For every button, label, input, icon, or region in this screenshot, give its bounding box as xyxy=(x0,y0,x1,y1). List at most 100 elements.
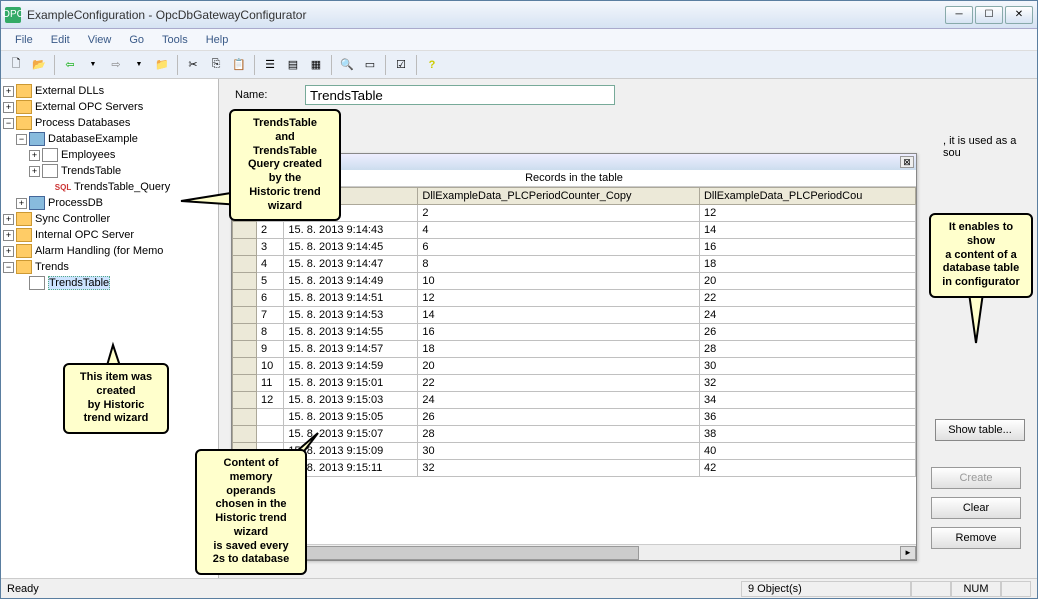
tree-item-databaseexample[interactable]: −DatabaseExample xyxy=(3,131,216,147)
folder-icon xyxy=(16,244,32,258)
tree-item-external-opc-servers[interactable]: +External OPC Servers xyxy=(3,99,216,115)
menu-file[interactable]: File xyxy=(7,32,41,48)
row-selector[interactable] xyxy=(233,256,257,273)
table-row[interactable]: 815. 8. 2013 9:14:551626 xyxy=(233,324,916,341)
menu-help[interactable]: Help xyxy=(198,32,237,48)
tree-item-trends[interactable]: −Trends xyxy=(3,259,216,275)
tree-item-alarm-handling-for-memo[interactable]: +Alarm Handling (for Memo xyxy=(3,243,216,259)
tree-toggle-icon[interactable]: + xyxy=(29,166,40,177)
cut-icon[interactable]: ✂ xyxy=(182,54,204,76)
maximize-button[interactable]: ☐ xyxy=(975,6,1003,24)
row-selector[interactable] xyxy=(233,290,257,307)
row-selector[interactable] xyxy=(233,392,257,409)
row-selector[interactable] xyxy=(233,273,257,290)
new-icon[interactable]: 🗋 xyxy=(5,54,27,76)
help-icon[interactable]: ? xyxy=(421,54,443,76)
tree-toggle-icon[interactable]: + xyxy=(16,198,27,209)
tree-item-process-databases[interactable]: −Process Databases xyxy=(3,115,216,131)
cell: 34 xyxy=(699,392,915,409)
row-selector[interactable] xyxy=(233,324,257,341)
tree-item-external-dlls[interactable]: +External DLLs xyxy=(3,83,216,99)
back-menu-icon[interactable]: ▼ xyxy=(82,54,104,76)
tree-toggle-icon[interactable]: + xyxy=(3,214,14,225)
minimize-button[interactable]: ─ xyxy=(945,6,973,24)
table-row[interactable]: 15. 8. 2013 9:15:113242 xyxy=(233,460,916,477)
table-row[interactable]: 715. 8. 2013 9:14:531424 xyxy=(233,307,916,324)
forward-icon[interactable]: ⇨ xyxy=(105,54,127,76)
row-selector[interactable] xyxy=(233,409,257,426)
cell: 14 xyxy=(418,307,700,324)
tree-item-trendstable[interactable]: TrendsTable xyxy=(3,275,216,291)
table-row[interactable]: 915. 8. 2013 9:14:571828 xyxy=(233,341,916,358)
tree-label: TrendsTable xyxy=(48,276,110,290)
tree-panel[interactable]: +External DLLs+External OPC Servers−Proc… xyxy=(1,79,219,578)
checklist-icon[interactable]: ☑ xyxy=(390,54,412,76)
cell: 15. 8. 2013 9:14:57 xyxy=(284,341,418,358)
copy-icon[interactable]: ⎘ xyxy=(205,54,227,76)
column-header[interactable]: DllExampleData_PLCPeriodCou xyxy=(699,188,915,205)
tree-toggle-icon[interactable]: + xyxy=(29,150,40,161)
scroll-right-icon[interactable]: ► xyxy=(900,546,916,560)
cell: 15. 8. 2013 9:14:59 xyxy=(284,358,418,375)
tree-toggle-icon[interactable]: + xyxy=(3,86,14,97)
table-row[interactable]: 15. 8. 2013 9:15:072838 xyxy=(233,426,916,443)
table-row[interactable]: 415. 8. 2013 9:14:47818 xyxy=(233,256,916,273)
table-row[interactable]: 215. 8. 2013 9:14:43414 xyxy=(233,222,916,239)
open-icon[interactable]: 📂 xyxy=(28,54,50,76)
clear-button[interactable]: Clear xyxy=(931,497,1021,519)
callout-item-created: This item wascreatedby Historictrend wiz… xyxy=(63,363,169,434)
up-folder-icon[interactable]: 📁 xyxy=(151,54,173,76)
tree-item-trendstable[interactable]: +TrendsTable xyxy=(3,163,216,179)
table-row[interactable]: 1015. 8. 2013 9:14:592030 xyxy=(233,358,916,375)
forward-menu-icon[interactable]: ▼ xyxy=(128,54,150,76)
binoculars-icon[interactable]: 🔍 xyxy=(336,54,358,76)
window-icon[interactable]: ▭ xyxy=(359,54,381,76)
table-row[interactable]: 15. 8. 2013 9:15:052636 xyxy=(233,409,916,426)
table-row[interactable]: 1115. 8. 2013 9:15:012232 xyxy=(233,375,916,392)
large-view-icon[interactable]: ▦ xyxy=(305,54,327,76)
tree-toggle-icon[interactable]: − xyxy=(16,134,27,145)
tree-toggle-icon[interactable]: − xyxy=(3,118,14,129)
tree-toggle-icon[interactable]: + xyxy=(3,230,14,241)
cell: 38 xyxy=(699,426,915,443)
horizontal-scrollbar[interactable]: ◄ ► xyxy=(232,544,916,560)
db-icon xyxy=(29,132,45,146)
menu-tools[interactable]: Tools xyxy=(154,32,196,48)
table-row[interactable]: 1215. 8. 2013 9:15:032434 xyxy=(233,392,916,409)
table-row[interactable]: 315. 8. 2013 9:14:45616 xyxy=(233,239,916,256)
table-row[interactable]: 515. 8. 2013 9:14:491020 xyxy=(233,273,916,290)
cell: 24 xyxy=(699,307,915,324)
records-grid[interactable]: TimeDllExampleData_PLCPeriodCounter_Copy… xyxy=(232,187,916,544)
cell: 40 xyxy=(699,443,915,460)
menu-edit[interactable]: Edit xyxy=(43,32,78,48)
menubar: File Edit View Go Tools Help xyxy=(1,29,1037,51)
cell: 5 xyxy=(257,273,284,290)
column-header[interactable]: DllExampleData_PLCPeriodCounter_Copy xyxy=(418,188,700,205)
close-button[interactable]: ✕ xyxy=(1005,6,1033,24)
tree-label: Sync Controller xyxy=(35,213,110,225)
table-row[interactable]: 615. 8. 2013 9:14:511222 xyxy=(233,290,916,307)
tree-toggle-icon[interactable]: + xyxy=(3,246,14,257)
details-view-icon[interactable]: ▤ xyxy=(282,54,304,76)
records-close-icon[interactable]: ⊠ xyxy=(900,156,914,168)
row-selector[interactable] xyxy=(233,341,257,358)
remove-button[interactable]: Remove xyxy=(931,527,1021,549)
row-selector[interactable] xyxy=(233,426,257,443)
row-selector[interactable] xyxy=(233,375,257,392)
menu-go[interactable]: Go xyxy=(121,32,152,48)
row-selector[interactable] xyxy=(233,358,257,375)
list-view-icon[interactable]: ☰ xyxy=(259,54,281,76)
show-table-button[interactable]: Show table... xyxy=(935,419,1025,441)
menu-view[interactable]: View xyxy=(80,32,120,48)
row-selector[interactable] xyxy=(233,239,257,256)
tree-toggle-icon[interactable]: − xyxy=(3,262,14,273)
back-icon[interactable]: ⇦ xyxy=(59,54,81,76)
name-input[interactable] xyxy=(305,85,615,105)
table-row[interactable]: 15. 8. 2013 9:15:093040 xyxy=(233,443,916,460)
cell: 10 xyxy=(257,358,284,375)
paste-icon[interactable]: 📋 xyxy=(228,54,250,76)
tree-item-employees[interactable]: +Employees xyxy=(3,147,216,163)
row-selector[interactable] xyxy=(233,307,257,324)
tree-toggle-icon[interactable]: + xyxy=(3,102,14,113)
create-button[interactable]: Create xyxy=(931,467,1021,489)
